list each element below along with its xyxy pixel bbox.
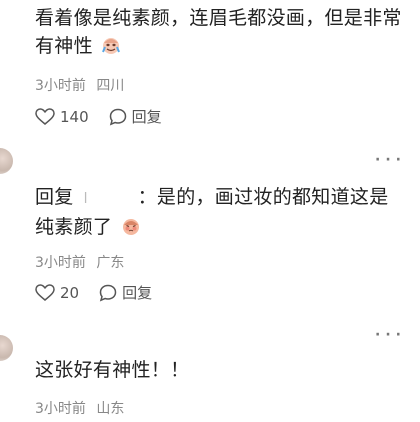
reply-label: 回复 <box>131 108 162 126</box>
comment-time: 3小时前 <box>35 401 86 417</box>
crying-laughing-emoji-icon <box>102 38 121 54</box>
like-count: 20 <box>60 283 80 302</box>
mention-user[interactable]: l <box>74 183 138 213</box>
reply-prefix: 回复 <box>35 186 74 208</box>
comment-time: 3小时前 <box>35 78 86 94</box>
comment-meta: 3小时前 广东 <box>35 252 124 272</box>
reply-label: 回复 <box>122 284 153 302</box>
comment-meta: 3小时前 四川 <box>35 75 124 95</box>
comment-actions: 20 回复 <box>35 282 172 303</box>
heart-icon <box>35 283 55 301</box>
more-options-icon[interactable]: ··· <box>375 327 406 343</box>
comment-location: 广东 <box>96 255 125 271</box>
comment-text: 回复 l ：是的，画过妆的都知道这是纯素颜了 <box>35 183 405 241</box>
comment-bubble-icon <box>99 284 117 301</box>
comment-meta: 3小时前 山东 <box>35 398 124 418</box>
bashful-emoji-icon <box>122 219 139 235</box>
comment-location: 山东 <box>96 401 125 417</box>
comment-time: 3小时前 <box>35 255 86 271</box>
like-count: 140 <box>60 107 89 126</box>
comment-bubble-icon <box>109 108 126 125</box>
reply-button[interactable]: 回复 <box>109 106 162 127</box>
comment-text: 这张好有神性！！ <box>35 356 405 384</box>
comment-location: 四川 <box>96 78 125 94</box>
like-button[interactable]: 140 <box>35 108 89 126</box>
comment-text: 看着像是纯素颜，连眉毛都没画，但是非常有神性 <box>35 4 405 60</box>
comment-body: 这张好有神性！！ <box>35 359 190 381</box>
avatar[interactable] <box>0 335 13 361</box>
like-button[interactable]: 20 <box>35 284 79 302</box>
comment-actions: 140 回复 <box>35 106 182 127</box>
reply-button[interactable]: 回复 <box>99 282 152 303</box>
comment-body: 看着像是纯素颜，连眉毛都没画，但是非常有神性 <box>35 7 402 57</box>
avatar[interactable] <box>0 148 13 174</box>
heart-icon <box>35 107 55 125</box>
more-options-icon[interactable]: ··· <box>375 152 406 168</box>
